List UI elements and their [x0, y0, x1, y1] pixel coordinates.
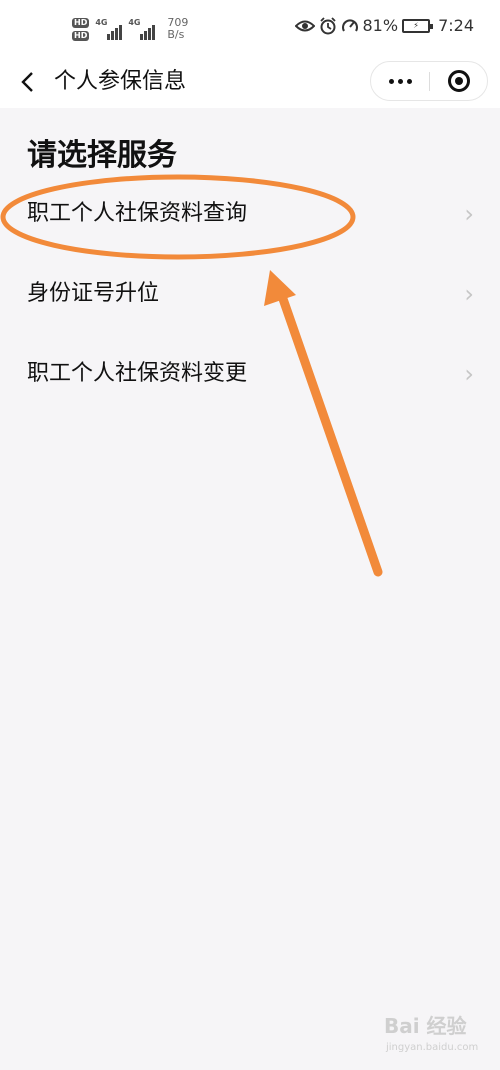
eye-icon — [294, 20, 315, 31]
watermark-logo: Bai 经验 — [384, 1014, 467, 1038]
section-title: 请选择服务 — [27, 138, 177, 173]
service-item-label: 身份证号升位 — [27, 281, 160, 306]
service-item-id-upgrade[interactable]: 身份证号升位 › — [0, 256, 500, 336]
system-status: 81% ⚡ 7:24 — [294, 16, 474, 35]
mini-program-capsule — [370, 61, 488, 101]
network-speed-unit: B/s — [167, 28, 185, 41]
network-label-1: 4G — [95, 18, 108, 27]
hd-badge-1: HD — [72, 17, 90, 28]
watermark-url: jingyan.baidu.com — [386, 1042, 479, 1053]
battery-icon: ⚡ — [402, 18, 434, 33]
signal-icon-2: 4G — [128, 18, 156, 40]
baidu-jingyan-watermark: Bai 经验 jingyan.baidu.com — [384, 1014, 494, 1062]
network-speed: 709 B/s — [167, 17, 188, 41]
back-button[interactable] — [18, 66, 48, 98]
chevron-left-icon — [21, 72, 33, 92]
more-button[interactable] — [371, 62, 429, 100]
chevron-right-icon: › — [464, 200, 474, 228]
gauge-icon — [341, 18, 358, 32]
chevron-right-icon: › — [464, 360, 474, 388]
network-label-2: 4G — [128, 18, 141, 27]
network-indicators: HD HD 4G 4G 709 B/s — [72, 14, 188, 44]
signal-icon: 4G — [95, 18, 123, 40]
target-icon — [448, 70, 470, 92]
service-item-label: 职工个人社保资料查询 — [27, 201, 248, 226]
chevron-right-icon: › — [464, 280, 474, 308]
service-item-label: 职工个人社保资料变更 — [27, 361, 248, 386]
page-title: 个人参保信息 — [54, 69, 187, 94]
service-item-query[interactable]: 职工个人社保资料查询 › — [0, 176, 500, 256]
close-miniprogram-button[interactable] — [430, 62, 488, 100]
clock: 7:24 — [438, 16, 474, 35]
more-dots-icon — [388, 78, 394, 84]
status-bar: HD HD 4G 4G 709 B/s 81% ⚡ 7:24 — [0, 0, 500, 56]
alarm-icon — [319, 16, 336, 34]
service-item-change[interactable]: 职工个人社保资料变更 › — [0, 336, 500, 416]
navigation-bar: 个人参保信息 — [0, 56, 500, 108]
hd-badge-2: HD — [72, 30, 90, 41]
hd-badges: HD HD — [72, 17, 90, 41]
battery-percent: 81% — [362, 16, 399, 35]
